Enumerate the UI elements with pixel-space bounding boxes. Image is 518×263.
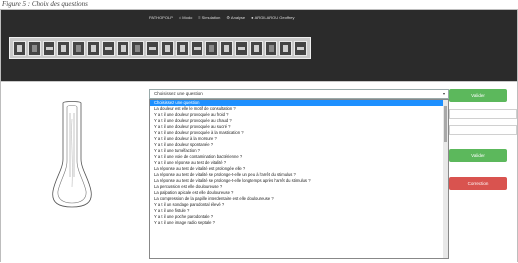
correction-button[interactable]: Correction <box>449 177 507 190</box>
question-select-value: Choisissez une question <box>154 91 203 96</box>
tooth-diagram-icon <box>52 101 92 208</box>
answer-field <box>449 125 517 135</box>
main-area: Choisissez une question ▾ Choisissez une… <box>1 81 517 263</box>
answer-field <box>449 109 517 119</box>
valider-button[interactable]: Valider <box>449 89 507 102</box>
scrollbar-thumb[interactable] <box>444 106 447 142</box>
tooth-tool-button[interactable] <box>264 40 278 56</box>
tooth-tool-button[interactable] <box>249 40 263 56</box>
app-screen: PATHOPOLP ⌂ Modo ≡ Simulation ⚙ Analyse … <box>0 9 518 263</box>
tooth-tool-button[interactable] <box>131 40 145 56</box>
top-navbar: PATHOPOLP ⌂ Modo ≡ Simulation ⚙ Analyse … <box>1 10 517 29</box>
nav-item-label: Modo <box>182 15 193 20</box>
nav-item-label: Simulation <box>201 15 221 20</box>
tooth-tool-button[interactable] <box>175 40 189 56</box>
tooth-tool-button[interactable] <box>220 40 233 56</box>
question-options-list: Choisissez une question La douleur est e… <box>150 100 443 226</box>
nav-item-label: ARGILAROU Geoffrey <box>254 15 295 20</box>
tooth-tool-button[interactable] <box>72 40 85 56</box>
tooth-tool-button[interactable] <box>294 40 307 56</box>
nav-brand[interactable]: PATHOPOLP <box>149 15 173 20</box>
tooth-tool-button[interactable] <box>101 40 115 56</box>
nav-menu: PATHOPOLP ⌂ Modo ≡ Simulation ⚙ Analyse … <box>149 15 295 20</box>
tooth-tool-button[interactable] <box>190 40 204 56</box>
nav-item-analyse[interactable]: ⚙ Analyse <box>226 15 245 20</box>
user-icon: ● <box>251 15 254 20</box>
tooth-tool-button[interactable] <box>13 40 26 56</box>
tooth-tool-button[interactable] <box>160 40 174 56</box>
nav-item-label: Analyse <box>230 15 246 20</box>
nav-item-home[interactable]: ⌂ Modo <box>179 15 192 20</box>
tooth-tool-button[interactable] <box>57 40 71 56</box>
home-icon: ⌂ <box>178 15 182 20</box>
dropdown-scrollbar[interactable] <box>443 100 448 258</box>
nav-item-user[interactable]: ● ARGILAROU Geoffrey <box>251 15 294 20</box>
tooth-tool-button[interactable] <box>279 40 293 56</box>
tooth-tool-button[interactable] <box>205 40 219 56</box>
tooth-toolbar <box>9 37 311 59</box>
nav-item-simulation[interactable]: ≡ Simulation <box>198 15 220 20</box>
question-select[interactable]: Choisissez une question ▾ <box>149 89 449 99</box>
valider-button[interactable]: Valider <box>449 149 507 162</box>
tooth-tool-button[interactable] <box>234 40 248 56</box>
question-dropdown[interactable]: Choisissez une question La douleur est e… <box>149 99 449 259</box>
tooth-tool-button[interactable] <box>42 40 56 56</box>
toolbar-band <box>1 29 517 81</box>
chevron-down-icon: ▾ <box>442 91 445 96</box>
list-icon: ≡ <box>198 15 201 20</box>
tooth-tool-button[interactable] <box>86 40 100 56</box>
figure-caption: Figure 5 : Choix des questions <box>2 0 88 8</box>
tooth-tool-button[interactable] <box>146 40 159 56</box>
divider <box>1 81 517 82</box>
question-option[interactable]: Y a t il une image radio septale ? <box>150 220 443 226</box>
gear-icon: ⚙ <box>226 15 230 20</box>
tooth-tool-button[interactable] <box>116 40 130 56</box>
tooth-tool-button[interactable] <box>27 40 41 56</box>
